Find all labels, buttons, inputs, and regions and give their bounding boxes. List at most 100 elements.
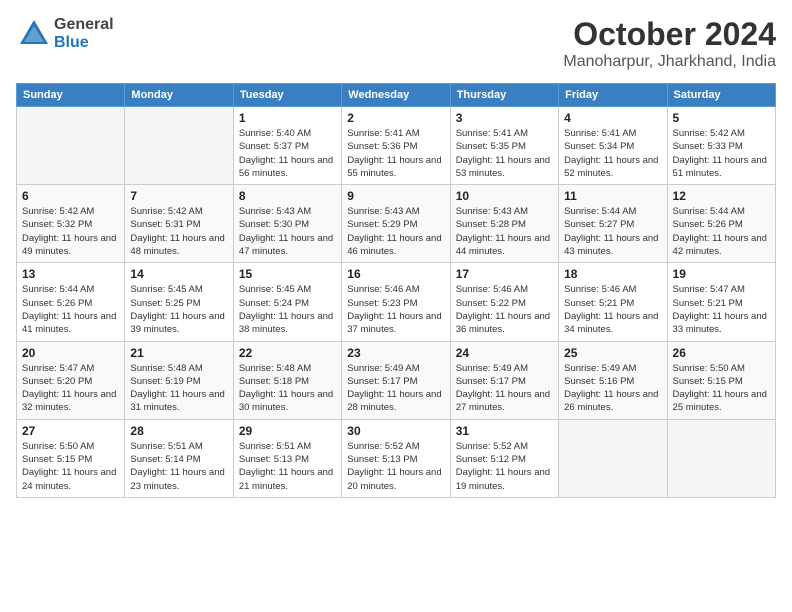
calendar-cell: 9Sunrise: 5:43 AM Sunset: 5:29 PM Daylig…: [342, 185, 450, 263]
calendar-cell: 30 Sunrise: 5:52 AM Sunset: 5:13 PM Dayli…: [342, 419, 450, 497]
calendar-cell: 4Sunrise: 5:41 AM Sunset: 5:34 PM Daylig…: [559, 107, 667, 185]
weekday-header: Monday: [125, 84, 233, 107]
day-detail: Sunrise: 5:50 AM Sunset: 5:15 PM Dayligh…: [22, 440, 119, 493]
calendar-cell: 18 Sunrise: 5:46 AM Sunset: 5:21 PM Dayli…: [559, 263, 667, 341]
day-detail: Sunrise: 5:46 AM Sunset: 5:23 PM Dayligh…: [347, 283, 444, 336]
calendar-cell: 21 Sunrise: 5:48 AM Sunset: 5:19 PM Dayli…: [125, 341, 233, 419]
calendar-cell: 16 Sunrise: 5:46 AM Sunset: 5:23 PM Dayli…: [342, 263, 450, 341]
day-detail: Sunrise: 5:52 AM Sunset: 5:12 PM Dayligh…: [456, 440, 553, 493]
calendar-cell: 1 Sunrise: 5:40 AM Sunset: 5:37 PM Daylig…: [233, 107, 341, 185]
day-number: 6: [22, 189, 119, 203]
calendar-cell: 10 Sunrise: 5:43 AM Sunset: 5:28 PM Dayli…: [450, 185, 558, 263]
day-detail: Sunrise: 5:45 AM Sunset: 5:25 PM Dayligh…: [130, 283, 227, 336]
day-number: 30: [347, 424, 444, 438]
logo: General Blue: [16, 16, 114, 52]
day-detail: Sunrise: 5:51 AM Sunset: 5:13 PM Dayligh…: [239, 440, 336, 493]
day-detail: Sunrise: 5:45 AM Sunset: 5:24 PM Dayligh…: [239, 283, 336, 336]
day-number: 29: [239, 424, 336, 438]
day-number: 15: [239, 267, 336, 281]
calendar-cell: 27Sunrise: 5:50 AM Sunset: 5:15 PM Dayli…: [17, 419, 125, 497]
day-detail: Sunrise: 5:46 AM Sunset: 5:21 PM Dayligh…: [564, 283, 661, 336]
day-number: 21: [130, 346, 227, 360]
weekday-row: SundayMondayTuesdayWednesdayThursdayFrid…: [17, 84, 776, 107]
day-number: 1: [239, 111, 336, 125]
day-detail: Sunrise: 5:44 AM Sunset: 5:26 PM Dayligh…: [673, 205, 770, 258]
calendar-week-row: 27Sunrise: 5:50 AM Sunset: 5:15 PM Dayli…: [17, 419, 776, 497]
weekday-header: Friday: [559, 84, 667, 107]
calendar-cell: 2Sunrise: 5:41 AM Sunset: 5:36 PM Daylig…: [342, 107, 450, 185]
calendar-header: SundayMondayTuesdayWednesdayThursdayFrid…: [17, 84, 776, 107]
day-number: 17: [456, 267, 553, 281]
page-header: General Blue October 2024 Manoharpur, Jh…: [16, 16, 776, 71]
day-detail: Sunrise: 5:46 AM Sunset: 5:22 PM Dayligh…: [456, 283, 553, 336]
day-number: 10: [456, 189, 553, 203]
day-number: 3: [456, 111, 553, 125]
day-number: 16: [347, 267, 444, 281]
calendar-cell: 11Sunrise: 5:44 AM Sunset: 5:27 PM Dayli…: [559, 185, 667, 263]
day-number: 18: [564, 267, 661, 281]
day-detail: Sunrise: 5:47 AM Sunset: 5:21 PM Dayligh…: [673, 283, 770, 336]
calendar-week-row: 6 Sunrise: 5:42 AM Sunset: 5:32 PM Daylig…: [17, 185, 776, 263]
calendar-cell: 28 Sunrise: 5:51 AM Sunset: 5:14 PM Dayli…: [125, 419, 233, 497]
day-detail: Sunrise: 5:47 AM Sunset: 5:20 PM Dayligh…: [22, 362, 119, 415]
day-number: 5: [673, 111, 770, 125]
weekday-header: Saturday: [667, 84, 775, 107]
day-detail: Sunrise: 5:52 AM Sunset: 5:13 PM Dayligh…: [347, 440, 444, 493]
page-subtitle: Manoharpur, Jharkhand, India: [563, 53, 776, 71]
day-detail: Sunrise: 5:44 AM Sunset: 5:27 PM Dayligh…: [564, 205, 661, 258]
day-number: 7: [130, 189, 227, 203]
calendar-cell: 17 Sunrise: 5:46 AM Sunset: 5:22 PM Dayli…: [450, 263, 558, 341]
calendar-cell: 7 Sunrise: 5:42 AM Sunset: 5:31 PM Daylig…: [125, 185, 233, 263]
weekday-header: Wednesday: [342, 84, 450, 107]
calendar-body: 1 Sunrise: 5:40 AM Sunset: 5:37 PM Daylig…: [17, 107, 776, 498]
calendar-cell: 6 Sunrise: 5:42 AM Sunset: 5:32 PM Daylig…: [17, 185, 125, 263]
day-detail: Sunrise: 5:49 AM Sunset: 5:17 PM Dayligh…: [347, 362, 444, 415]
calendar-cell: 20Sunrise: 5:47 AM Sunset: 5:20 PM Dayli…: [17, 341, 125, 419]
calendar-cell: 13Sunrise: 5:44 AM Sunset: 5:26 PM Dayli…: [17, 263, 125, 341]
day-number: 12: [673, 189, 770, 203]
day-detail: Sunrise: 5:44 AM Sunset: 5:26 PM Dayligh…: [22, 283, 119, 336]
day-number: 8: [239, 189, 336, 203]
day-number: 31: [456, 424, 553, 438]
calendar-cell: [667, 419, 775, 497]
day-number: 9: [347, 189, 444, 203]
day-number: 23: [347, 346, 444, 360]
day-detail: Sunrise: 5:43 AM Sunset: 5:30 PM Dayligh…: [239, 205, 336, 258]
calendar-cell: 22 Sunrise: 5:48 AM Sunset: 5:18 PM Dayli…: [233, 341, 341, 419]
day-detail: Sunrise: 5:51 AM Sunset: 5:14 PM Dayligh…: [130, 440, 227, 493]
weekday-header: Sunday: [17, 84, 125, 107]
day-number: 28: [130, 424, 227, 438]
calendar-cell: 29 Sunrise: 5:51 AM Sunset: 5:13 PM Dayli…: [233, 419, 341, 497]
calendar-cell: 15 Sunrise: 5:45 AM Sunset: 5:24 PM Dayli…: [233, 263, 341, 341]
page-title: October 2024: [563, 16, 776, 53]
day-detail: Sunrise: 5:48 AM Sunset: 5:18 PM Dayligh…: [239, 362, 336, 415]
day-detail: Sunrise: 5:49 AM Sunset: 5:17 PM Dayligh…: [456, 362, 553, 415]
day-number: 4: [564, 111, 661, 125]
day-detail: Sunrise: 5:41 AM Sunset: 5:36 PM Dayligh…: [347, 127, 444, 180]
calendar-cell: [125, 107, 233, 185]
day-detail: Sunrise: 5:42 AM Sunset: 5:32 PM Dayligh…: [22, 205, 119, 258]
day-detail: Sunrise: 5:41 AM Sunset: 5:35 PM Dayligh…: [456, 127, 553, 180]
day-detail: Sunrise: 5:50 AM Sunset: 5:15 PM Dayligh…: [673, 362, 770, 415]
day-detail: Sunrise: 5:49 AM Sunset: 5:16 PM Dayligh…: [564, 362, 661, 415]
day-number: 26: [673, 346, 770, 360]
logo-icon: [16, 16, 52, 52]
day-detail: Sunrise: 5:43 AM Sunset: 5:28 PM Dayligh…: [456, 205, 553, 258]
day-number: 14: [130, 267, 227, 281]
logo-text: General Blue: [54, 16, 114, 51]
day-detail: Sunrise: 5:40 AM Sunset: 5:37 PM Dayligh…: [239, 127, 336, 180]
calendar-cell: 25 Sunrise: 5:49 AM Sunset: 5:16 PM Dayli…: [559, 341, 667, 419]
day-detail: Sunrise: 5:42 AM Sunset: 5:31 PM Dayligh…: [130, 205, 227, 258]
logo-general: General: [54, 16, 114, 34]
day-detail: Sunrise: 5:48 AM Sunset: 5:19 PM Dayligh…: [130, 362, 227, 415]
day-number: 24: [456, 346, 553, 360]
weekday-header: Thursday: [450, 84, 558, 107]
day-number: 22: [239, 346, 336, 360]
calendar-cell: 24 Sunrise: 5:49 AM Sunset: 5:17 PM Dayli…: [450, 341, 558, 419]
calendar-cell: 5Sunrise: 5:42 AM Sunset: 5:33 PM Daylig…: [667, 107, 775, 185]
calendar-cell: [17, 107, 125, 185]
calendar-cell: 26 Sunrise: 5:50 AM Sunset: 5:15 PM Dayli…: [667, 341, 775, 419]
calendar-cell: 8 Sunrise: 5:43 AM Sunset: 5:30 PM Daylig…: [233, 185, 341, 263]
calendar-cell: 14 Sunrise: 5:45 AM Sunset: 5:25 PM Dayli…: [125, 263, 233, 341]
day-number: 25: [564, 346, 661, 360]
